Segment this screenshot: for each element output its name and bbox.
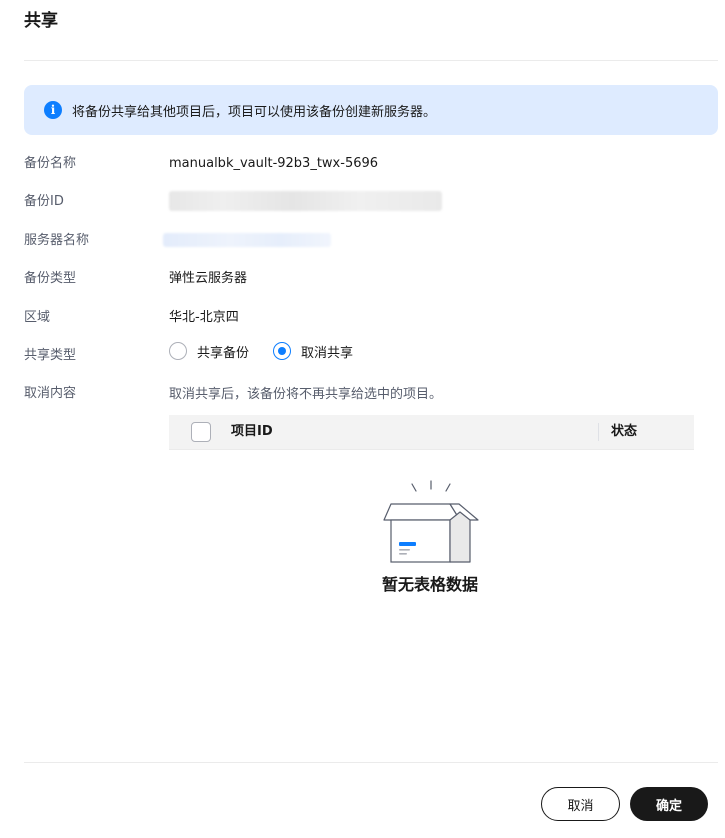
radio-share-backup-circle[interactable] [169, 342, 187, 360]
server-name-redacted [163, 233, 331, 247]
region-label: 区域 [24, 310, 51, 325]
server-name-label: 服务器名称 [24, 233, 90, 248]
backup-name-label: 备份名称 [24, 156, 77, 171]
backup-id-label: 备份ID [24, 194, 64, 209]
share-dialog: 共享 i 将备份共享给其他项目后，项目可以使用该备份创建新服务器。 备份名称 m… [0, 0, 725, 838]
column-header-project-id: 项目ID [231, 424, 273, 439]
info-banner: i 将备份共享给其他项目后，项目可以使用该备份创建新服务器。 [24, 85, 718, 135]
column-header-status: 状态 [611, 424, 638, 439]
radio-cancel-share-circle[interactable] [273, 342, 292, 360]
cancel-button[interactable]: 取消 [541, 787, 620, 821]
empty-box-icon [383, 480, 479, 563]
backup-type-label: 备份类型 [24, 271, 77, 286]
select-all-checkbox[interactable] [191, 422, 211, 442]
footer-divider [24, 762, 718, 763]
cancel-content-label: 取消内容 [24, 386, 77, 401]
radio-cancel-share-label: 取消共享 [301, 345, 354, 361]
share-type-radio-group: 共享备份 取消共享 [169, 341, 377, 361]
region-value: 华北-北京四 [169, 310, 239, 325]
radio-share-backup-label: 共享备份 [197, 345, 250, 361]
backup-name-value: manualbk_vault-92b3_twx-5696 [169, 156, 379, 171]
cancel-content-description: 取消共享后，该备份将不再共享给选中的项目。 [169, 387, 443, 402]
confirm-button[interactable]: 确定 [630, 787, 708, 821]
share-type-label: 共享类型 [24, 348, 77, 363]
backup-type-value: 弹性云服务器 [169, 271, 248, 286]
info-icon: i [44, 101, 62, 119]
info-message: 将备份共享给其他项目后，项目可以使用该备份创建新服务器。 [72, 104, 437, 120]
radio-share-backup[interactable]: 共享备份 [169, 342, 249, 361]
column-separator [598, 423, 599, 441]
radio-cancel-share[interactable]: 取消共享 [273, 342, 353, 361]
project-table-header: 项目ID 状态 [169, 415, 694, 450]
backup-id-redacted [169, 191, 442, 211]
dialog-title: 共享 [24, 11, 58, 31]
empty-table-text: 暂无表格数据 [381, 575, 478, 594]
header-divider [24, 60, 718, 61]
